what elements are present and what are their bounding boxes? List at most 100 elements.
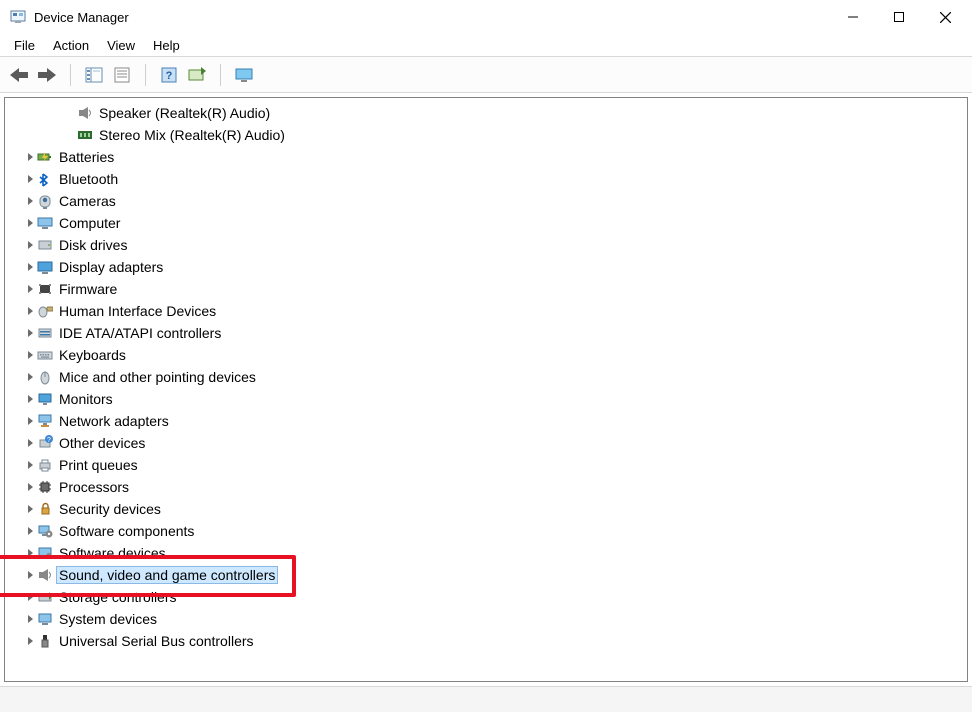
expand-icon[interactable] [23, 454, 37, 476]
device-category[interactable]: Storage controllers [5, 586, 967, 608]
toolbar-properties-button[interactable] [109, 62, 135, 88]
expand-icon[interactable] [23, 586, 37, 608]
device-leaf[interactable]: Stereo Mix (Realtek(R) Audio) [5, 124, 967, 146]
menu-view[interactable]: View [99, 36, 143, 55]
expand-icon[interactable] [23, 278, 37, 300]
tree-icon [85, 67, 103, 83]
category-label: Human Interface Devices [59, 303, 216, 319]
expand-icon[interactable] [23, 146, 37, 168]
device-label: Stereo Mix (Realtek(R) Audio) [99, 127, 285, 143]
device-category[interactable]: Cameras [5, 190, 967, 212]
toolbar-remote-button[interactable] [231, 62, 257, 88]
device-category[interactable]: Batteries [5, 146, 967, 168]
category-label: Software components [59, 523, 194, 539]
device-tree[interactable]: Speaker (Realtek(R) Audio) Stereo Mix (Re… [5, 98, 967, 681]
device-category[interactable]: Security devices [5, 498, 967, 520]
close-button[interactable] [922, 0, 968, 34]
device-category[interactable]: IDE ATA/ATAPI controllers [5, 322, 967, 344]
cpu-icon [37, 479, 53, 495]
device-category[interactable]: System devices [5, 608, 967, 630]
device-category[interactable]: Monitors [5, 388, 967, 410]
device-category[interactable]: Sound, video and game controllers [5, 564, 967, 586]
device-category[interactable]: Firmware [5, 278, 967, 300]
expand-icon[interactable] [23, 410, 37, 432]
toolbar-tree-button[interactable] [81, 62, 107, 88]
toolbar-back-button[interactable] [6, 62, 32, 88]
system-icon [37, 611, 53, 627]
menu-file[interactable]: File [6, 36, 43, 55]
properties-icon [114, 67, 130, 83]
device-category[interactable]: Software components [5, 520, 967, 542]
expand-icon[interactable] [23, 212, 37, 234]
toolbar-scan-button[interactable] [184, 62, 210, 88]
expand-icon[interactable] [23, 256, 37, 278]
usb-icon [37, 633, 53, 649]
category-label: Disk drives [59, 237, 127, 253]
device-category[interactable]: Processors [5, 476, 967, 498]
expand-icon[interactable] [23, 630, 37, 652]
expand-icon[interactable] [23, 300, 37, 322]
menu-help[interactable]: Help [145, 36, 188, 55]
expand-icon[interactable] [23, 344, 37, 366]
expand-icon[interactable] [23, 608, 37, 630]
security-icon [37, 501, 53, 517]
expand-icon[interactable] [23, 388, 37, 410]
device-category[interactable]: Network adapters [5, 410, 967, 432]
tree-pane: Speaker (Realtek(R) Audio) Stereo Mix (Re… [4, 97, 968, 682]
speaker-icon [77, 105, 93, 121]
expand-icon[interactable] [23, 564, 37, 586]
expand-icon[interactable] [23, 366, 37, 388]
expand-icon[interactable] [23, 520, 37, 542]
expand-icon[interactable] [23, 476, 37, 498]
category-label: Processors [59, 479, 129, 495]
expand-icon[interactable] [23, 542, 37, 564]
category-label: Firmware [59, 281, 117, 297]
category-label: Keyboards [59, 347, 126, 363]
maximize-button[interactable] [876, 0, 922, 34]
ide-icon [37, 325, 53, 341]
expand-icon[interactable] [23, 190, 37, 212]
expand-icon[interactable] [23, 432, 37, 454]
device-category[interactable]: Keyboards [5, 344, 967, 366]
printer-icon [37, 457, 53, 473]
menubar: File Action View Help [0, 34, 972, 56]
category-label: Software devices [59, 545, 166, 561]
svg-text:?: ? [166, 70, 173, 82]
device-category[interactable]: Mice and other pointing devices [5, 366, 967, 388]
menu-action[interactable]: Action [45, 36, 97, 55]
category-label: Mice and other pointing devices [59, 369, 256, 385]
monitor-icon [37, 391, 53, 407]
expand-icon[interactable] [23, 498, 37, 520]
category-label: System devices [59, 611, 157, 627]
window-title: Device Manager [34, 10, 129, 25]
expand-icon[interactable] [23, 168, 37, 190]
device-category[interactable]: Display adapters [5, 256, 967, 278]
expand-icon[interactable] [23, 234, 37, 256]
bluetooth-icon [37, 171, 53, 187]
category-label: Batteries [59, 149, 114, 165]
mixer-icon [77, 127, 93, 143]
category-label: Bluetooth [59, 171, 118, 187]
scan-icon [188, 67, 206, 83]
camera-icon [37, 193, 53, 209]
device-leaf[interactable]: Speaker (Realtek(R) Audio) [5, 102, 967, 124]
toolbar-help-button[interactable]: ? [156, 62, 182, 88]
device-category[interactable]: Human Interface Devices [5, 300, 967, 322]
device-category[interactable]: Universal Serial Bus controllers [5, 630, 967, 652]
expand-icon[interactable] [23, 322, 37, 344]
category-label: Monitors [59, 391, 113, 407]
device-category[interactable]: ?Other devices [5, 432, 967, 454]
monitor-icon [235, 67, 253, 83]
device-category[interactable]: Software devices [5, 542, 967, 564]
toolbar-forward-button[interactable] [34, 62, 60, 88]
category-label: Sound, video and game controllers [56, 566, 278, 584]
keyboard-icon [37, 347, 53, 363]
category-label: Display adapters [59, 259, 163, 275]
category-label: Network adapters [59, 413, 169, 429]
sound-icon [37, 567, 53, 583]
device-category[interactable]: Computer [5, 212, 967, 234]
device-category[interactable]: Print queues [5, 454, 967, 476]
minimize-button[interactable] [830, 0, 876, 34]
device-category[interactable]: Bluetooth [5, 168, 967, 190]
device-category[interactable]: Disk drives [5, 234, 967, 256]
